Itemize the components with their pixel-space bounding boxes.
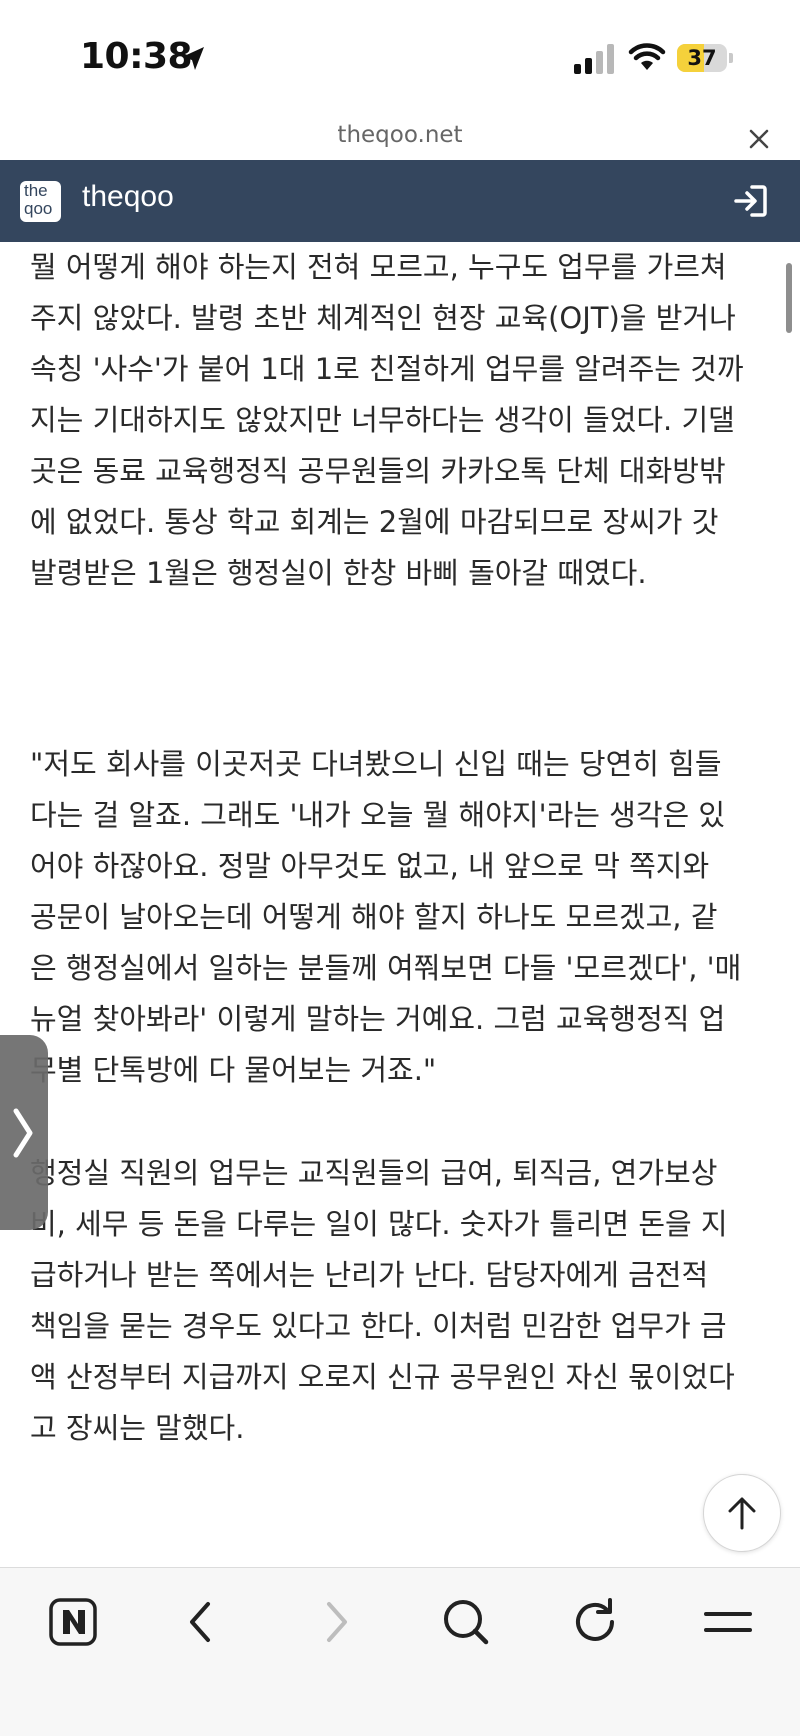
back-arrow-icon[interactable]: [172, 1592, 232, 1652]
paragraph-1: 뭘 어떻게 해야 하는지 전혀 모르고, 누구도 업무를 가르쳐 주지 않았다.…: [30, 242, 770, 599]
logo-text-top: the: [24, 181, 48, 200]
cellular-signal-icon: [574, 44, 614, 74]
url-text[interactable]: theqoo.net: [0, 122, 800, 148]
text-line: 어야 하잖아요. 정말 아무것도 없고, 내 앞으로 막 쪽지와: [30, 849, 710, 883]
login-icon[interactable]: [732, 182, 770, 220]
site-header: the qoo theqoo: [0, 160, 800, 242]
status-time: 10:38: [80, 36, 193, 77]
text-line: 비, 세무 등 돈을 다루는 일이 많다. 숫자가 틀리면 돈을 지: [30, 1207, 728, 1241]
battery-level: 37: [687, 46, 717, 70]
location-arrow-icon: [182, 47, 204, 70]
text-line: 행정실 직원의 업무는 교직원들의 급여, 퇴직금, 연가보상: [30, 1156, 718, 1190]
text-line: 뉴얼 찾아봐라' 이렇게 말하는 거예요. 그럼 교육행정직 업: [30, 1002, 726, 1036]
paragraph-2: "저도 회사를 이곳저곳 다녀봤으니 신입 때는 당연히 힘들 다는 걸 알죠.…: [30, 739, 770, 1096]
text-line: 은 행정실에서 일하는 분들께 여쭤보면 다들 '모르겠다', '매: [30, 951, 742, 985]
paragraph-3: 행정실 직원의 업무는 교직원들의 급여, 퇴직금, 연가보상 비, 세무 등 …: [30, 1148, 770, 1454]
text-line: 무별 단톡방에 다 물어보는 거죠.": [30, 1053, 437, 1087]
site-logo[interactable]: the qoo: [20, 181, 61, 222]
text-line: 주지 않았다. 발령 초반 체계적인 현장 교육(OJT)을 받거나: [30, 301, 736, 335]
search-icon[interactable]: [436, 1592, 496, 1652]
text-line: 급하거나 받는 쪽에서는 난리가 난다. 담당자에게 금전적: [30, 1258, 709, 1292]
text-line: 액 산정부터 지급까지 오로지 신규 공무원인 자신 몫이었다: [30, 1360, 735, 1394]
text-line: 곳은 동료 교육행정직 공무원들의 카카오톡 단체 대화방밖: [30, 454, 726, 488]
wifi-icon: [628, 43, 666, 70]
site-name[interactable]: theqoo: [82, 180, 174, 214]
text-line: 에 없었다. 통상 학교 회계는 2월에 마감되므로 장씨가 갓: [30, 505, 719, 539]
scrollbar-thumb[interactable]: [786, 263, 792, 333]
chevron-right-icon: [13, 1108, 33, 1158]
status-bar: 10:38 37: [0, 0, 800, 118]
article-body: 뭘 어떻게 해야 하는지 전혀 모르고, 누구도 업무를 가르쳐 주지 않았다.…: [30, 242, 770, 1567]
text-line: 발령받은 1월은 행정실이 한창 바삐 돌아갈 때였다.: [30, 556, 647, 590]
url-bar[interactable]: theqoo.net: [0, 118, 800, 160]
arrow-up-icon: [728, 1497, 756, 1530]
forward-arrow-icon[interactable]: [305, 1592, 365, 1652]
naver-n-icon[interactable]: [45, 1592, 105, 1652]
text-line: 다는 걸 알죠. 그래도 '내가 오늘 뭘 해야지'라는 생각은 있: [30, 798, 726, 832]
text-line: 지는 기대하지도 않았지만 너무하다는 생각이 들었다. 기댈: [30, 403, 735, 437]
logo-text-bottom: qoo: [24, 199, 53, 218]
text-line: 책임을 묻는 경우도 있다고 한다. 이처럼 민감한 업무가 금: [30, 1309, 727, 1343]
close-icon[interactable]: [746, 126, 772, 152]
text-line: 고 장씨는 말했다.: [30, 1411, 245, 1445]
battery-indicator: 37: [677, 42, 733, 74]
text-line: 공문이 날아오는데 어떻게 해야 할지 하나도 모르겠고, 같: [30, 900, 718, 934]
browser-toolbar: [0, 1567, 800, 1736]
scroll-to-top-button[interactable]: [703, 1474, 781, 1552]
side-drawer-handle[interactable]: [0, 1035, 48, 1230]
menu-icon[interactable]: [698, 1592, 758, 1652]
text-line: 뭘 어떻게 해야 하는지 전혀 모르고, 누구도 업무를 가르쳐: [30, 250, 727, 284]
reload-icon[interactable]: [566, 1592, 626, 1652]
text-line: "저도 회사를 이곳저곳 다녀봤으니 신입 때는 당연히 힘들: [30, 747, 722, 781]
text-line: 속칭 '사수'가 붙어 1대 1로 친절하게 업무를 알려주는 것까: [30, 352, 744, 386]
